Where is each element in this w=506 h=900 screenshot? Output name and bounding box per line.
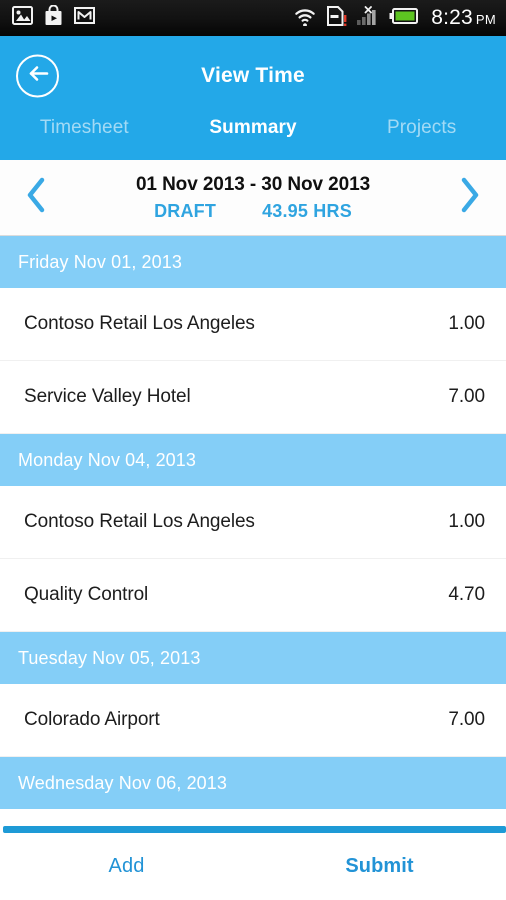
entry-hours: 4.70 <box>448 584 485 605</box>
date-range-info: 01 Nov 2013 - 30 Nov 2013 DRAFT 43.95 HR… <box>74 173 432 222</box>
total-hours-label: 43.95 HRS <box>262 200 352 221</box>
entry-name: Service Valley Hotel <box>24 386 191 407</box>
entry-name: Contoso Retail Los Angeles <box>24 313 255 334</box>
entry-hours: 7.00 <box>448 709 485 730</box>
list-item[interactable]: Contoso Retail Los Angeles 1.00 <box>0 288 506 361</box>
submit-button[interactable]: Submit <box>253 855 506 878</box>
section-header: Friday Nov 01, 2013 <box>0 236 506 288</box>
signal-no-service-icon <box>356 5 380 31</box>
chevron-left-icon <box>25 176 49 219</box>
clock-time: 8:23 <box>431 6 473 29</box>
add-button[interactable]: Add <box>0 855 253 878</box>
app-bar: View Time <box>0 36 506 115</box>
tab-timesheet[interactable]: Timesheet <box>0 115 169 139</box>
entry-name: Colorado Airport <box>24 709 160 730</box>
summary-list[interactable]: Friday Nov 01, 2013 Contoso Retail Los A… <box>0 236 506 833</box>
entry-name: Contoso Retail Los Angeles <box>24 511 255 532</box>
list-item[interactable]: Quality Control 4.70 <box>0 559 506 632</box>
list-item[interactable]: Service Valley Hotel 7.00 <box>0 361 506 434</box>
date-range-navigator: 01 Nov 2013 - 30 Nov 2013 DRAFT 43.95 HR… <box>0 160 506 236</box>
page-title: View Time <box>201 63 305 87</box>
entry-hours: 1.00 <box>448 511 485 532</box>
next-period-button[interactable] <box>432 176 506 219</box>
section-header: Monday Nov 04, 2013 <box>0 434 506 486</box>
status-bar-system-icons: 8:23 PM <box>293 5 496 31</box>
gmail-icon <box>74 6 95 30</box>
tab-summary[interactable]: Summary <box>169 115 338 139</box>
scroll-edge-glow <box>3 826 506 833</box>
back-arrow-icon <box>26 63 50 88</box>
wifi-icon <box>293 6 317 31</box>
entry-name: Quality Control <box>24 584 149 605</box>
entry-hours: 7.00 <box>448 386 485 407</box>
app-screen: 8:23 PM View Time Timesheet Summary Proj… <box>0 0 506 900</box>
section-header: Tuesday Nov 05, 2013 <box>0 632 506 684</box>
photos-icon <box>12 6 33 30</box>
section-header: Wednesday Nov 06, 2013 <box>0 757 506 809</box>
list-item[interactable]: Colorado Airport 7.00 <box>0 684 506 757</box>
entry-hours: 1.00 <box>448 313 485 334</box>
battery-icon <box>389 7 419 30</box>
clock-ampm: PM <box>475 12 496 27</box>
chevron-right-icon <box>457 176 481 219</box>
status-bar-notifications <box>12 4 95 31</box>
sd-card-warning-icon <box>326 5 347 31</box>
tab-projects[interactable]: Projects <box>337 115 506 139</box>
status-bar: 8:23 PM <box>0 0 506 36</box>
bottom-action-bar: Add Submit <box>0 833 506 900</box>
status-bar-clock: 8:23 PM <box>431 6 496 30</box>
status-badge: DRAFT <box>154 200 217 221</box>
play-store-icon <box>44 4 63 31</box>
tab-bar: Timesheet Summary Projects <box>0 115 506 160</box>
back-button[interactable] <box>16 54 59 97</box>
date-range-meta: DRAFT 43.95 HRS <box>74 200 432 223</box>
list-item[interactable]: Contoso Retail Los Angeles 1.00 <box>0 486 506 559</box>
previous-period-button[interactable] <box>0 176 74 219</box>
date-range-label: 01 Nov 2013 - 30 Nov 2013 <box>135 173 371 195</box>
